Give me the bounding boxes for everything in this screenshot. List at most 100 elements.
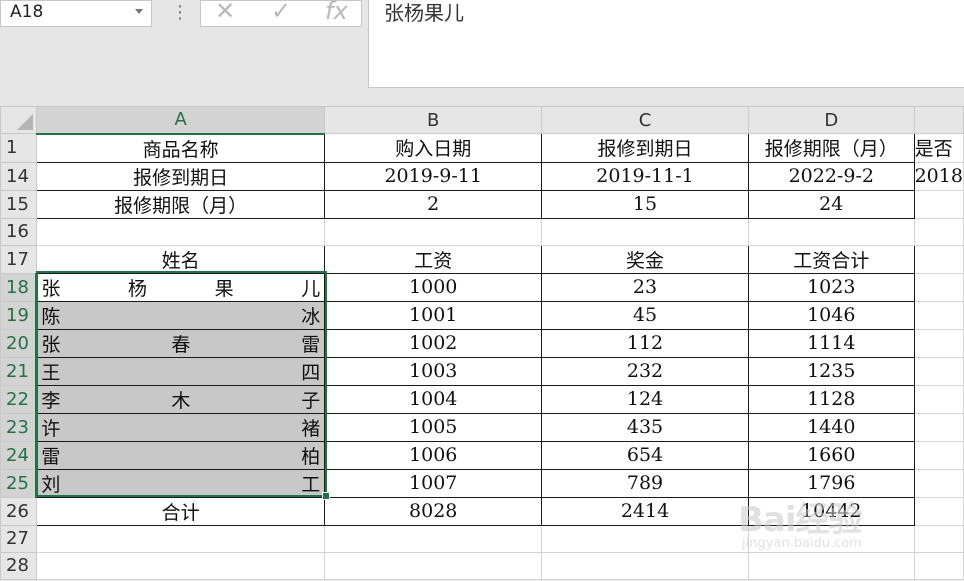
cell-b24[interactable]: 1006 <box>324 440 543 470</box>
insert-function-icon[interactable]: fx <box>325 0 348 25</box>
cell-b17[interactable]: 工资 <box>324 244 543 274</box>
cell-a26[interactable]: 合计 <box>35 496 326 526</box>
chevron-down-icon[interactable] <box>135 9 143 14</box>
column-header-d[interactable]: D <box>747 106 915 134</box>
cell-e18[interactable] <box>913 272 964 302</box>
row-header-15[interactable]: 15 <box>0 189 37 219</box>
cell-a21[interactable]: 王四 <box>35 356 326 386</box>
cell-c20[interactable]: 112 <box>541 328 749 358</box>
cell-a15[interactable]: 报修期限（月） <box>35 189 326 219</box>
cell-a27[interactable] <box>35 524 326 553</box>
cell-d26[interactable]: 10442 <box>747 496 915 526</box>
cell-b15[interactable]: 2 <box>324 189 543 219</box>
cell-b25[interactable]: 1007 <box>324 468 543 498</box>
row-header-27[interactable]: 27 <box>0 524 37 553</box>
cell-b16[interactable] <box>324 217 543 246</box>
cell-a20[interactable]: 张春雷 <box>35 328 326 358</box>
row-header-25[interactable]: 25 <box>0 468 38 498</box>
row-header-21[interactable]: 21 <box>0 356 38 386</box>
cell-d24[interactable]: 1660 <box>747 440 915 470</box>
cell-a23[interactable]: 许褚 <box>35 412 326 442</box>
cell-c17[interactable]: 奖金 <box>541 244 749 274</box>
cell-c22[interactable]: 124 <box>541 384 749 414</box>
cell-d22[interactable]: 1128 <box>747 384 915 414</box>
cell-a25[interactable]: 刘工 <box>35 468 326 498</box>
cell-c16[interactable] <box>541 217 749 246</box>
row-header-22[interactable]: 22 <box>0 384 38 414</box>
cell-d1[interactable]: 报修期限（月） <box>747 133 915 163</box>
cell-c24[interactable]: 654 <box>541 440 749 470</box>
cell-c14[interactable]: 2019-11-1 <box>541 161 749 191</box>
cell-c26[interactable]: 2414 <box>541 496 749 526</box>
cell-d25[interactable]: 1796 <box>747 468 915 498</box>
cell-a18[interactable]: 张杨果儿 <box>35 272 326 302</box>
name-box[interactable]: A18 <box>0 0 152 27</box>
select-all-corner[interactable] <box>0 106 37 134</box>
cell-b27[interactable] <box>324 524 543 553</box>
cell-a1[interactable]: 商品名称 <box>35 133 326 163</box>
cell-e21[interactable] <box>913 356 964 386</box>
cell-b28[interactable] <box>324 551 543 580</box>
cell-b20[interactable]: 1002 <box>324 328 543 358</box>
cell-c21[interactable]: 232 <box>541 356 749 386</box>
cell-a16[interactable] <box>35 217 326 246</box>
cell-d17[interactable]: 工资合计 <box>747 244 915 274</box>
cell-e24[interactable] <box>913 440 964 470</box>
column-header-e[interactable]: E <box>913 106 964 134</box>
cell-d19[interactable]: 1046 <box>747 300 915 330</box>
cell-b26[interactable]: 8028 <box>324 496 543 526</box>
cell-c1[interactable]: 报修到期日 <box>541 133 749 163</box>
cell-d15[interactable]: 24 <box>747 189 915 219</box>
row-header-14[interactable]: 14 <box>0 161 37 191</box>
cell-e1[interactable]: 是否 <box>913 133 964 163</box>
formula-input[interactable]: 张杨果儿 <box>368 0 964 88</box>
cell-e25[interactable] <box>913 468 964 498</box>
cell-e23[interactable] <box>913 412 964 442</box>
row-header-17[interactable]: 17 <box>0 244 37 274</box>
cell-e16[interactable] <box>913 217 964 246</box>
cell-d18[interactable]: 1023 <box>747 272 915 302</box>
row-header-20[interactable]: 20 <box>0 328 38 358</box>
cell-e22[interactable] <box>913 384 964 414</box>
cell-e27[interactable] <box>913 524 964 553</box>
cell-e14[interactable]: 2018 <box>913 161 964 191</box>
cell-d23[interactable]: 1440 <box>747 412 915 442</box>
cell-c19[interactable]: 45 <box>541 300 749 330</box>
cell-e19[interactable] <box>913 300 964 330</box>
cell-b23[interactable]: 1005 <box>324 412 543 442</box>
cell-b19[interactable]: 1001 <box>324 300 543 330</box>
row-header-23[interactable]: 23 <box>0 412 38 442</box>
cell-b22[interactable]: 1004 <box>324 384 543 414</box>
enter-icon[interactable]: ✓ <box>271 0 291 25</box>
row-header-16[interactable]: 16 <box>0 217 37 246</box>
cell-b1[interactable]: 购入日期 <box>324 133 543 163</box>
cell-d21[interactable]: 1235 <box>747 356 915 386</box>
row-header-28[interactable]: 28 <box>0 551 37 580</box>
cell-d28[interactable] <box>747 551 915 580</box>
cell-d20[interactable]: 1114 <box>747 328 915 358</box>
cell-a24[interactable]: 雷柏 <box>35 440 326 470</box>
column-header-b[interactable]: B <box>324 106 543 134</box>
cell-e28[interactable] <box>913 551 964 580</box>
cell-b21[interactable]: 1003 <box>324 356 543 386</box>
cell-b14[interactable]: 2019-9-11 <box>324 161 543 191</box>
cell-a22[interactable]: 李木子 <box>35 384 326 414</box>
cell-c18[interactable]: 23 <box>541 272 749 302</box>
column-header-c[interactable]: C <box>541 106 749 134</box>
cell-e26[interactable] <box>913 496 964 526</box>
cell-d14[interactable]: 2022-9-2 <box>747 161 915 191</box>
cell-a28[interactable] <box>35 551 326 580</box>
cell-d16[interactable] <box>747 217 915 246</box>
column-header-a[interactable]: A <box>35 106 326 135</box>
cell-c15[interactable]: 15 <box>541 189 749 219</box>
cell-a14[interactable]: 报修到期日 <box>35 161 326 191</box>
cell-a19[interactable]: 陈冰 <box>35 300 326 330</box>
cell-e17[interactable] <box>913 244 964 274</box>
row-header-24[interactable]: 24 <box>0 440 38 470</box>
row-header-26[interactable]: 26 <box>0 496 37 526</box>
cell-b18[interactable]: 1000 <box>324 272 543 302</box>
cell-c23[interactable]: 435 <box>541 412 749 442</box>
cancel-icon[interactable]: ✕ <box>215 0 235 25</box>
cell-d27[interactable] <box>747 524 915 553</box>
cell-a17[interactable]: 姓名 <box>35 244 326 274</box>
